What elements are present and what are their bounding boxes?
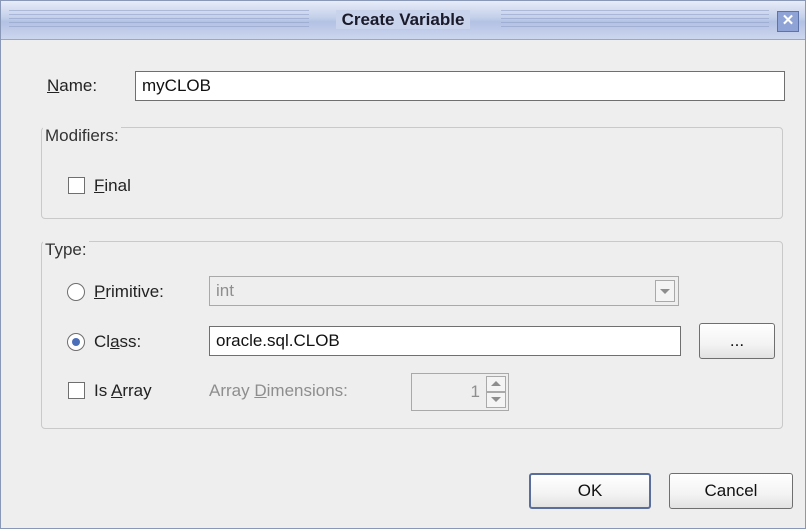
primitive-radio[interactable]	[67, 283, 85, 301]
name-input[interactable]: myCLOB	[135, 71, 785, 101]
modifiers-group	[41, 127, 783, 219]
array-dimensions-spinner[interactable]: 1	[411, 373, 509, 411]
is-array-checkbox[interactable]	[68, 382, 85, 399]
name-label: Name:	[47, 76, 98, 95]
primitive-label[interactable]: Primitive:	[94, 281, 164, 303]
final-label[interactable]: Final	[94, 175, 131, 197]
dialog-title: Create Variable	[1, 1, 805, 39]
class-radio[interactable]	[67, 333, 85, 351]
cancel-button[interactable]: Cancel	[669, 473, 793, 509]
modifiers-group-title: Modifiers:	[43, 126, 121, 146]
close-icon[interactable]: ✕	[777, 11, 799, 32]
browse-class-button[interactable]: ...	[699, 323, 775, 359]
create-variable-dialog: Create Variable ✕ Name: myCLOB Modifiers…	[0, 0, 806, 529]
final-checkbox[interactable]	[68, 177, 85, 194]
is-array-label[interactable]: Is Array	[94, 380, 152, 402]
array-dimensions-label: Array Dimensions:	[209, 381, 348, 400]
primitive-select[interactable]: int	[209, 276, 679, 306]
title-bar[interactable]: Create Variable ✕	[1, 1, 805, 40]
spin-up-icon[interactable]	[486, 376, 506, 392]
class-input[interactable]: oracle.sql.CLOB	[209, 326, 681, 356]
type-group-title: Type:	[43, 240, 89, 260]
ok-button[interactable]: OK	[529, 473, 651, 509]
primitive-select-value: int	[216, 281, 234, 300]
chevron-down-icon[interactable]	[655, 280, 675, 302]
array-dimensions-value: 1	[470, 382, 480, 401]
class-label[interactable]: Class:	[94, 331, 141, 353]
spin-down-icon[interactable]	[486, 392, 506, 408]
